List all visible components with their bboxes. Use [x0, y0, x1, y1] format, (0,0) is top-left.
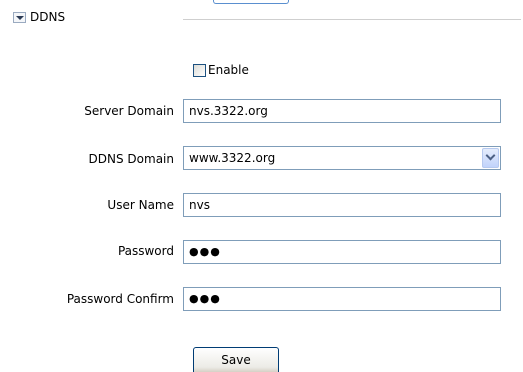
user-name-input[interactable]: nvs [183, 193, 501, 217]
user-name-label: User Name [107, 198, 174, 212]
section-divider [183, 19, 521, 20]
ddns-domain-select[interactable]: www.3322.org [183, 146, 501, 170]
password-label: Password [117, 244, 174, 258]
server-domain-label: Server Domain [84, 104, 174, 118]
server-domain-input[interactable]: nvs.3322.org [183, 99, 501, 123]
chevron-down-icon[interactable] [13, 12, 26, 23]
password-confirm-input[interactable]: ●●● [183, 287, 501, 311]
enable-row[interactable]: Enable [193, 63, 249, 77]
password-confirm-label: Password Confirm [66, 292, 174, 306]
ddns-domain-value: www.3322.org [189, 151, 276, 165]
section-title: DDNS [30, 10, 66, 24]
enable-label: Enable [208, 63, 249, 77]
password-input[interactable]: ●●● [183, 240, 501, 264]
ddns-settings-page: DDNS Enable Server Domain nvs.3322.org D… [0, 0, 523, 372]
save-button[interactable]: Save [193, 347, 279, 372]
top-tab-remnant[interactable] [213, 0, 289, 4]
ddns-domain-label: DDNS Domain [88, 152, 174, 166]
enable-checkbox[interactable] [193, 63, 206, 77]
dropdown-arrow-icon[interactable] [482, 148, 499, 168]
